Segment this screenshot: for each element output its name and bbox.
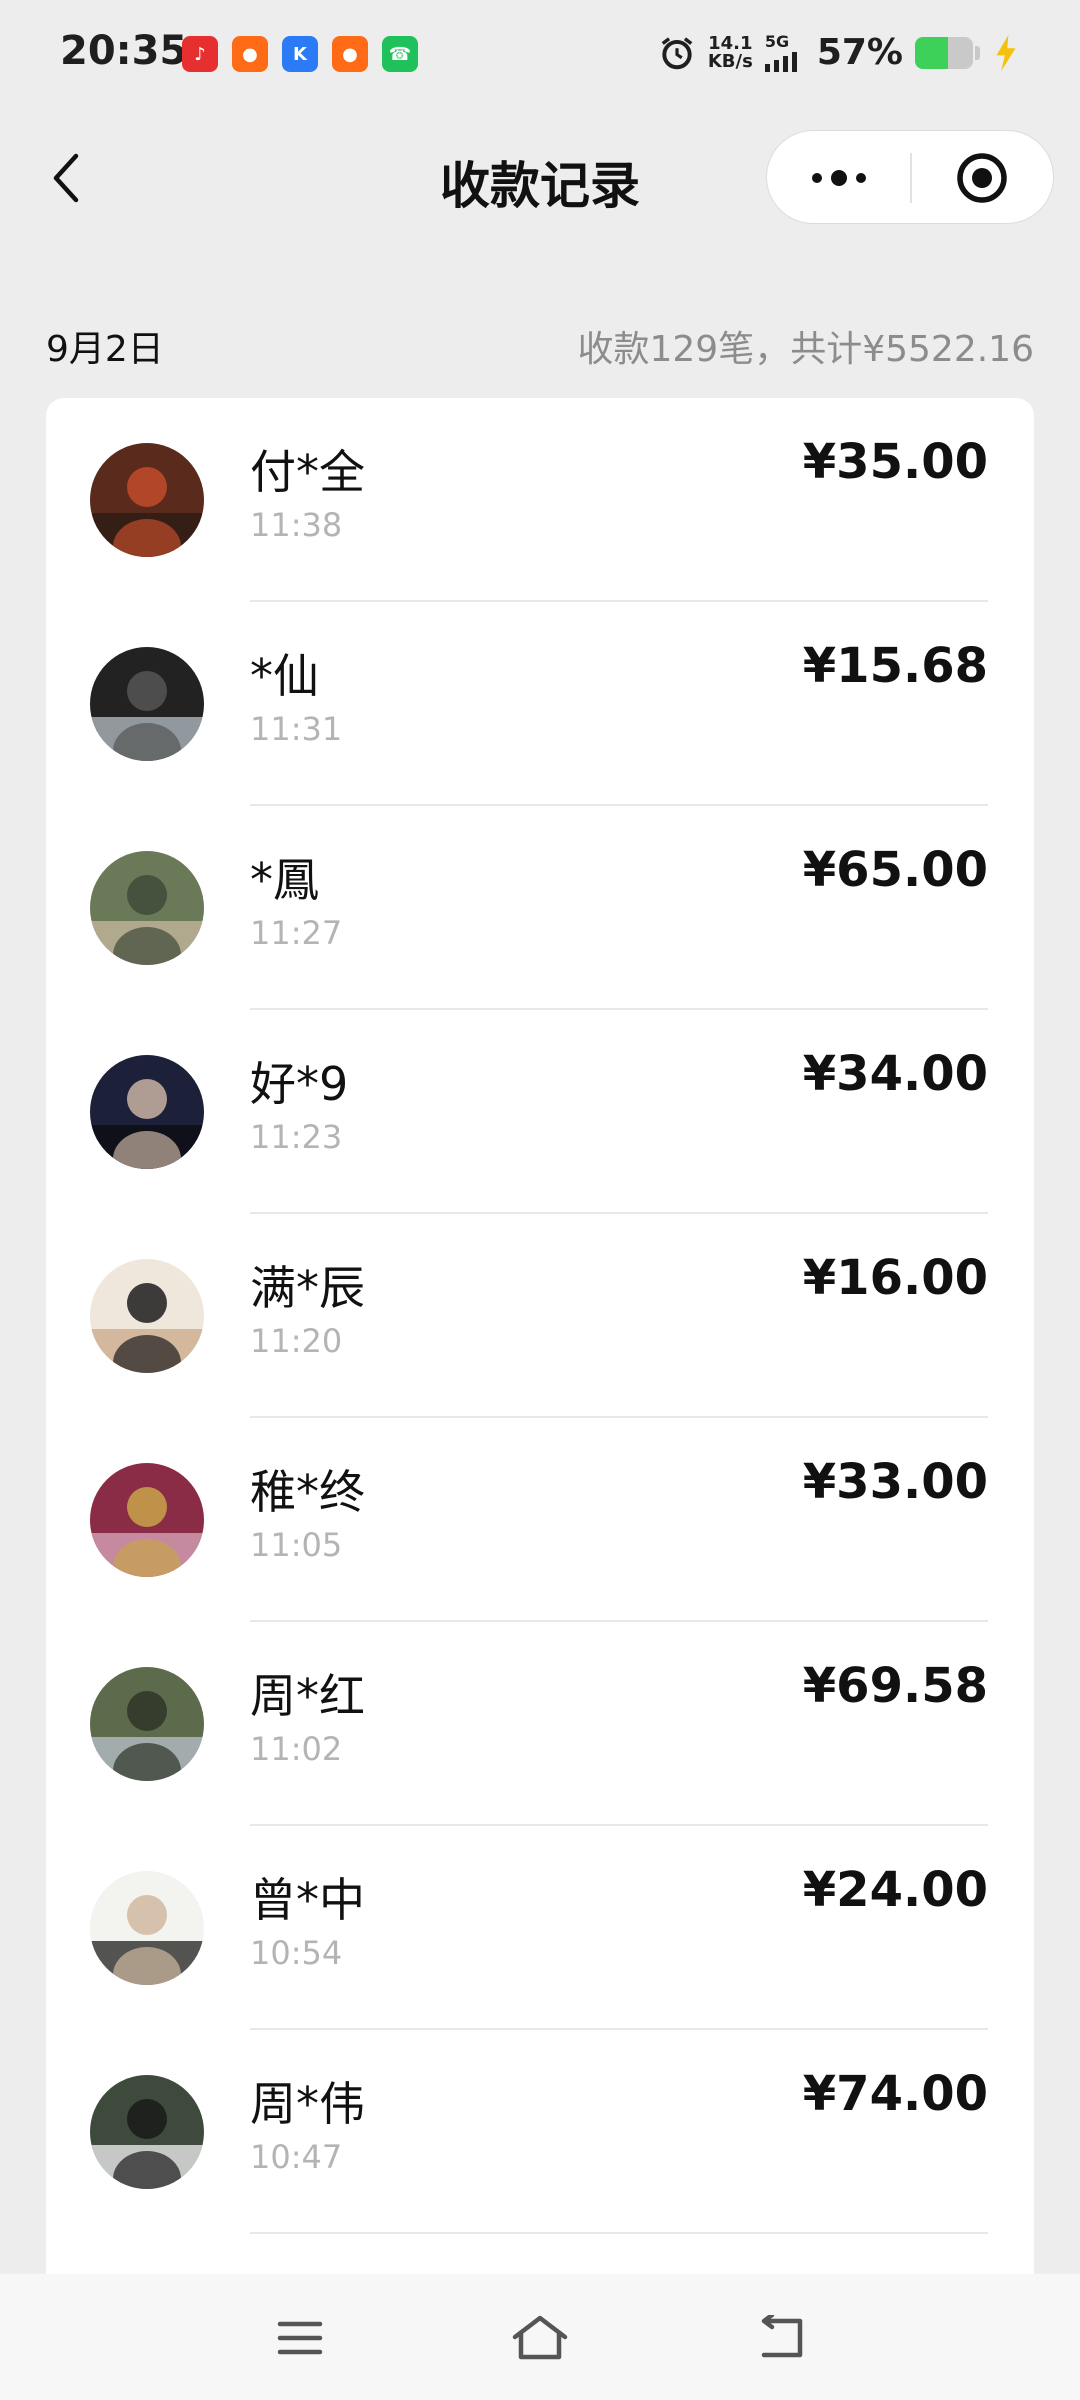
summary-date: 9月2日 xyxy=(46,329,164,370)
home-icon xyxy=(512,2315,568,2360)
payment-amount: ¥24.00 xyxy=(802,1862,988,1918)
avatar xyxy=(90,1463,204,1577)
charging-icon xyxy=(996,34,1016,71)
payer-name: *仙 xyxy=(250,649,319,703)
battery-percent: 57% xyxy=(816,32,903,73)
close-mini-program-button[interactable] xyxy=(910,131,1053,225)
payer-name: 满*辰 xyxy=(250,1261,365,1315)
payment-time: 11:05 xyxy=(250,1526,343,1564)
payment-time: 11:31 xyxy=(250,710,343,748)
avatar xyxy=(90,1667,204,1781)
record-row[interactable]: *鳳 11:27 ¥65.00 xyxy=(46,806,1034,1010)
payment-time: 10:47 xyxy=(250,2138,343,2176)
status-bar: 20:35 ♪ ● K ● ☎ 14.1 KB/s 5G 57% xyxy=(0,0,1080,110)
phone-notification-icon: ☎ xyxy=(382,36,418,72)
mini-program-capsule xyxy=(766,130,1054,224)
payer-name: 付*全 xyxy=(250,445,365,499)
menu-icon xyxy=(277,2321,323,2355)
app-notification-icon-4: ● xyxy=(332,36,368,72)
home-button[interactable] xyxy=(510,2308,570,2368)
network-type: 5G xyxy=(764,31,790,51)
avatar xyxy=(90,1259,204,1373)
divider xyxy=(250,2232,988,2234)
signal-group: 5G xyxy=(764,31,805,72)
payment-time: 11:20 xyxy=(250,1322,343,1360)
nav-bar: 收款记录 xyxy=(0,110,1080,250)
summary-total: 收款129笔，共计¥5522.16 xyxy=(577,329,1035,370)
payment-time: 11:38 xyxy=(250,506,343,544)
record-row[interactable]: 满*辰 11:20 ¥16.00 xyxy=(46,1214,1034,1418)
alarm-icon xyxy=(661,36,693,69)
payment-amount: ¥15.68 xyxy=(802,638,988,694)
payer-name: 曾*中 xyxy=(250,1873,365,1927)
battery-tip xyxy=(975,45,980,60)
payment-time: 11:02 xyxy=(250,1730,343,1768)
avatar xyxy=(90,443,204,557)
back-system-button[interactable] xyxy=(752,2308,812,2368)
battery-fill xyxy=(915,36,949,69)
payment-time: 11:23 xyxy=(250,1118,343,1156)
payment-time: 11:27 xyxy=(250,914,343,952)
record-row[interactable]: 稚*终 11:05 ¥33.00 xyxy=(46,1418,1034,1622)
system-navigation-bar xyxy=(0,2274,1080,2400)
target-close-icon xyxy=(956,153,1007,203)
avatar xyxy=(90,1871,204,1985)
more-dot-icon xyxy=(855,173,866,183)
menu-button[interactable] xyxy=(270,2308,330,2368)
payer-name: 周*伟 xyxy=(250,2077,365,2131)
payer-name: 稚*终 xyxy=(250,1465,365,1519)
payer-name: 好*9 xyxy=(250,1057,349,1111)
notification-icons: ♪ ● K ● ☎ xyxy=(182,36,418,72)
app-notification-icon-3: K xyxy=(282,36,318,72)
more-button[interactable] xyxy=(767,131,910,225)
avatar xyxy=(90,647,204,761)
more-dot-icon xyxy=(811,173,822,183)
payment-time: 10:54 xyxy=(250,1934,343,1972)
network-speed-unit: KB/s xyxy=(707,50,753,72)
record-row[interactable]: 周*红 11:02 ¥69.58 xyxy=(46,1622,1034,1826)
avatar xyxy=(90,1055,204,1169)
back-arrow-icon xyxy=(761,2315,803,2358)
avatar xyxy=(90,2075,204,2189)
network-speed-value: 14.1 xyxy=(708,32,753,54)
network-speed: 14.1 KB/s xyxy=(707,32,753,72)
records-list: 付*全 11:38 ¥35.00 *仙 11:31 ¥15.68 *鳳 11:27 ¥65.00… xyxy=(46,398,1034,2298)
avatar xyxy=(90,851,204,965)
payment-amount: ¥33.00 xyxy=(802,1454,988,1510)
payment-amount: ¥74.00 xyxy=(802,2066,988,2122)
record-row[interactable]: 曾*中 10:54 ¥24.00 xyxy=(46,1826,1034,2030)
record-row[interactable]: 好*9 11:23 ¥34.00 xyxy=(46,1010,1034,1214)
payment-amount: ¥65.00 xyxy=(802,842,988,898)
record-row[interactable]: 周*伟 10:47 ¥74.00 xyxy=(46,2030,1034,2234)
more-dot-icon xyxy=(830,170,847,186)
app-notification-icon-1: ♪ xyxy=(182,36,218,72)
app-notification-icon-2: ● xyxy=(232,36,268,72)
payment-amount: ¥16.00 xyxy=(802,1250,988,1306)
record-row[interactable]: 付*全 11:38 ¥35.00 xyxy=(46,398,1034,602)
battery-icon xyxy=(915,36,973,69)
signal-icon xyxy=(764,51,797,72)
payment-amount: ¥69.58 xyxy=(802,1658,988,1714)
record-row[interactable]: *仙 11:31 ¥15.68 xyxy=(46,602,1034,806)
status-time: 20:35 xyxy=(60,28,188,74)
payment-amount: ¥34.00 xyxy=(802,1046,988,1102)
payer-name: *鳳 xyxy=(250,853,319,907)
status-indicators: 14.1 KB/s 5G 57% xyxy=(658,32,1020,73)
payer-name: 周*红 xyxy=(250,1669,365,1723)
payment-amount: ¥35.00 xyxy=(802,434,988,490)
